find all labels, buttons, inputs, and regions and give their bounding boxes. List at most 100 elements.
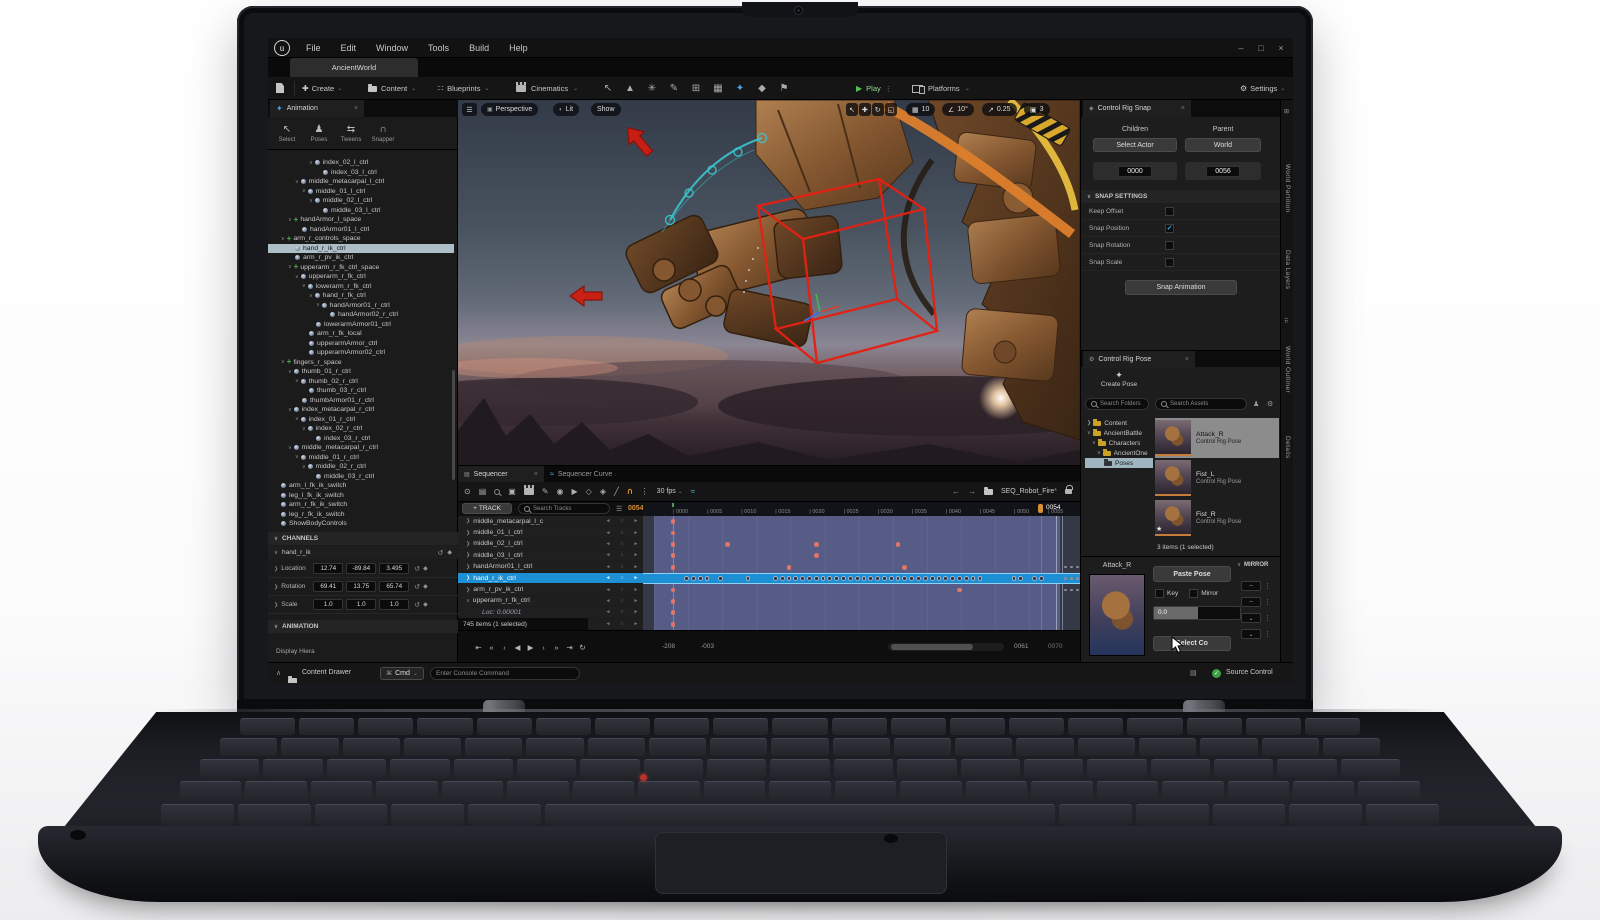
track-upperarm_r_fk_ctrl[interactable]: ∨upperarm_r_fk_ctrl◄○► [458,596,643,607]
tree-item-middle_03_l_ctrl[interactable]: middle_03_l_ctrl [268,206,454,216]
keyframe[interactable] [848,576,853,581]
tree-item-thumb_02_r_ctrl[interactable]: ∨thumb_02_r_ctrl [268,377,454,387]
close-button[interactable]: × [1271,43,1291,53]
prev-key-icon[interactable]: ◄ [601,609,615,615]
track-hand_r_ik_ctrl[interactable]: ❯hand_r_ik_ctrl◄○► [458,573,643,584]
keyframe[interactable] [800,576,805,581]
chevron-icon[interactable]: ❯ [466,518,470,524]
select-icon[interactable]: ↖ [846,103,858,116]
tree-item-index_03_r_ctrl[interactable]: index_03_r_ctrl [268,434,454,444]
folder-AncientBattle[interactable]: ∨AncientBattle [1085,428,1153,438]
next-key-icon[interactable]: ► [629,575,643,581]
folder-Poses[interactable]: Poses [1085,458,1153,468]
track-middle_01_l_ctrl[interactable]: ❯middle_01_l_ctrl◄○► [458,527,643,538]
next-key-icon[interactable]: ► [629,518,643,524]
tree-item-leg_l_fk_ik_switch[interactable]: leg_l_fk_ik_switch [268,491,454,501]
keyframe[interactable] [902,565,907,570]
anim-tool-snapper[interactable]: ∩Snapper [368,124,398,143]
tree-item-arm_l_fk_ik_switch[interactable]: arm_l_fk_ik_switch [268,481,454,491]
lit-dropdown[interactable]: ◐ Lit [553,103,579,116]
keyframe[interactable] [787,565,792,570]
mirror-option-dropdown[interactable]: – [1241,597,1261,607]
folder-Content[interactable]: ❯Content [1085,418,1153,428]
next-key-icon[interactable]: ► [629,564,643,570]
chevron-icon[interactable]: ∨ [466,598,470,604]
tree-item-handArmor_l_space[interactable]: ∨+handArmor_l_space [268,215,454,225]
tree-item-lowerarmArmor01_ctrl[interactable]: lowerarmArmor01_ctrl [268,320,454,330]
minimize-button[interactable]: – [1231,43,1251,53]
tree-item-index_02_r_ctrl[interactable]: ∨index_02_r_ctrl [268,424,454,434]
keyed-eye-icon[interactable]: ◉ [557,487,564,496]
tree-item-fingers_r_space[interactable]: ∨+fingers_r_space [268,358,454,368]
world-button[interactable]: World [1185,138,1261,152]
tree-item-arm_r_pv_ik_ctrl[interactable]: arm_r_pv_ik_ctrl [268,253,454,263]
play-options-icon[interactable]: ▶ [572,487,578,496]
keyframe-icon[interactable]: ◆ [423,601,428,608]
tree-item-thumb_01_r_ctrl[interactable]: ∨thumb_01_r_ctrl [268,367,454,377]
add-key-icon[interactable]: ○ [615,541,629,547]
search-assets-input[interactable]: Search Assets [1155,398,1247,410]
scrollbar[interactable] [452,370,455,480]
content-drawer-button[interactable]: Content Drawer [302,669,351,676]
fracture-icon[interactable]: ⊞ [686,83,706,94]
create-pose-button[interactable]: Create Pose [1083,381,1155,388]
tree-item-upperarm_r_fk_ctrl_space[interactable]: ∨+upperarm_r_fk_ctrl_space [268,263,454,273]
track-Loc000001[interactable]: Loc: 0.00001◄○► [458,607,643,618]
viewport[interactable]: ☰ ▣ Perspective ◐ Lit Show ↖ ✚ ↻ ◱ ▦10 ∠… [458,100,1080,465]
transport-button-3[interactable]: ◀ [511,643,524,652]
checkbox-keep-offset[interactable] [1165,207,1174,216]
right-tab-world-outliner[interactable]: World Outliner [1284,346,1291,393]
checkbox-snap-scale[interactable] [1165,258,1174,267]
lock-icon[interactable] [1065,489,1072,494]
add-key-icon[interactable]: ○ [615,552,629,558]
transport-button-4[interactable]: ▶ [524,643,537,652]
tree-item-arm_r_fk_ik_switch[interactable]: arm_r_fk_ik_switch [268,500,454,510]
range-start-value[interactable]: -208 [662,643,675,650]
tree-item-middle_02_l_ctrl[interactable]: ∨middle_02_l_ctrl [268,196,454,206]
settings-button[interactable]: ⚙ Settings⌄ [1240,77,1285,100]
menu-dots-icon[interactable]: ⋮ [1264,614,1271,622]
tab-control-rig-pose[interactable]: ⚙ Control Rig Pose × [1083,351,1195,368]
fps-dropdown[interactable]: 30 fps⌄ [657,488,683,495]
prev-key-icon[interactable]: ◄ [601,575,615,581]
blend-slider[interactable]: 0.0 [1153,606,1241,620]
tree-item-hand_r_ik_ctrl[interactable]: hand_r_ik_ctrl [268,244,454,254]
tab-control-rig-snap[interactable]: ◈ Control Rig Snap × [1083,100,1191,117]
curve-editor-icon[interactable]: ≈ [691,487,695,496]
keyframe[interactable] [964,576,969,581]
prev-key-icon[interactable]: ◄ [601,587,615,593]
select-actor-button[interactable]: Select Actor [1093,138,1177,152]
paste-pose-button[interactable]: Paste Pose [1153,566,1231,582]
chevron-icon[interactable]: ❯ [466,587,470,593]
tree-item-middle_metacarpal_r_ctrl[interactable]: ∨middle_metacarpal_r_ctrl [268,443,454,453]
playhead-marker[interactable] [1038,504,1043,513]
output-log-icon[interactable]: ▤ [1190,669,1197,677]
keyframe-icon[interactable]: ◆ [447,549,452,556]
add-key-icon[interactable]: ○ [615,587,629,593]
keyframe[interactable] [1032,576,1037,581]
prev-key-icon[interactable]: ◄ [601,564,615,570]
next-key-icon[interactable]: ► [629,621,643,627]
add-key-icon[interactable]: ○ [615,575,629,581]
add-key-icon[interactable]: ○ [615,598,629,604]
keyframe[interactable] [855,576,860,581]
chevron-icon[interactable]: ❯ [466,530,470,536]
add-key-icon[interactable]: ○ [615,518,629,524]
tree-item-lowerarm_r_fk_ctrl[interactable]: ∨lowerarm_r_fk_ctrl [268,282,454,292]
tree-item-thumbArmor01_r_ctrl[interactable]: thumbArmor01_r_ctrl [268,396,454,406]
next-key-icon[interactable]: ► [629,598,643,604]
channels-header[interactable]: ∨ CHANNELS [268,532,458,545]
mirror-section-header[interactable]: ∨ MIRROR [1237,562,1268,568]
tree-item-middle_03_r_ctrl[interactable]: middle_03_r_ctrl [268,472,454,482]
keyframe[interactable] [671,565,676,570]
next-key-icon[interactable]: ► [629,609,643,615]
snap-settings-header[interactable]: ∨ SNAP SETTINGS [1081,190,1281,203]
scale-icon[interactable]: ◱ [885,103,898,116]
menu-help[interactable]: Help [499,43,538,53]
rotate-icon[interactable]: ↻ [872,103,884,116]
level-tab[interactable]: AncientWorld [290,58,418,77]
chevron-icon[interactable]: ❯ [466,552,470,558]
show-dropdown[interactable]: Show [591,103,621,116]
grid-snap-button[interactable]: ▦10 [906,103,935,116]
close-icon[interactable]: × [1181,105,1185,112]
